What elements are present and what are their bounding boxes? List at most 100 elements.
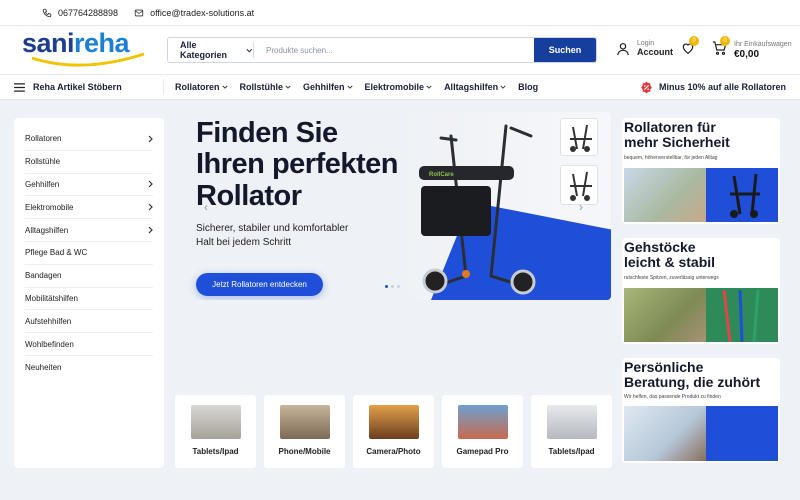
promo-banner[interactable]: Minus 10% auf alle Rollatoren — [640, 81, 786, 94]
category-card-phone[interactable]: Phone/Mobile — [264, 395, 345, 468]
slider-pagination — [385, 285, 400, 288]
promo-card-rollatoren[interactable]: Rollatoren für mehr Sicherheit bequem, hö… — [622, 118, 780, 224]
category-label: Tablets/Ipad — [192, 447, 239, 456]
phone-contact[interactable]: 067764288898 — [42, 8, 118, 18]
promo-card-title: Rollatoren für mehr Sicherheit — [624, 119, 730, 151]
account-label: Account — [637, 46, 673, 57]
wishlist-count-badge: 0 — [689, 36, 699, 46]
sidebar-item-wohlbefinden[interactable]: Wohlbefinden — [25, 333, 153, 356]
hero-thumbnail-2[interactable] — [560, 165, 598, 205]
hero-thumbnail-1[interactable] — [560, 118, 598, 156]
chevron-down-icon — [285, 85, 291, 89]
email-contact[interactable]: office@tradex-solutions.at — [134, 8, 254, 18]
slider-next-icon[interactable]: › — [579, 200, 583, 214]
category-label: Tablets/Ipad — [548, 447, 595, 456]
sidebar-item-neuheiten[interactable]: Neuheiten — [25, 356, 153, 379]
chevron-down-icon — [246, 48, 253, 52]
browse-categories-button[interactable]: Reha Artikel Stöbern — [0, 79, 164, 95]
category-image — [279, 405, 330, 439]
search-input[interactable] — [254, 45, 534, 55]
category-cards: Tablets/Ipad Phone/Mobile Camera/Photo G… — [175, 395, 612, 468]
promo-card-beratung[interactable]: Persönliche Beratung, die zuhört Wir helf… — [622, 358, 780, 463]
promo-card-gehstoecke[interactable]: Gehstöcke leicht & stabil rutschfeste Spi… — [622, 238, 780, 344]
support-agent-photo-blue — [706, 406, 778, 461]
user-icon — [617, 42, 629, 55]
sidebar-item-rollstuehle[interactable]: Rollstühle — [25, 151, 153, 174]
canes-photo — [706, 288, 778, 343]
chevron-right-icon — [148, 135, 153, 143]
promo-card-subtitle: Wir helfen, das passende Produkt zu find… — [624, 394, 721, 400]
account-link[interactable]: Login Account — [615, 40, 673, 58]
wishlist-button[interactable]: 0 — [680, 36, 699, 61]
cart-label: Ihr Einkaufswagen — [734, 41, 792, 49]
phone-number: 067764288898 — [58, 7, 119, 18]
slider-dot[interactable] — [391, 285, 394, 288]
category-label: Camera/Photo — [366, 447, 421, 456]
rollator-thumbnail-image — [570, 124, 592, 152]
category-card-gamepad[interactable]: Gamepad Pro — [442, 395, 523, 468]
site-logo[interactable]: sanireha — [22, 30, 147, 70]
chevron-down-icon — [346, 85, 353, 89]
top-bar: 067764288898 office@tradex-solutions.at — [0, 0, 800, 26]
browse-label: Reha Artikel Stöbern — [33, 82, 122, 92]
sidebar-item-pflege-bad-wc[interactable]: Pflege Bad & WC — [25, 242, 153, 265]
category-sidebar: Rollatoren Rollstühle Gehhilfen Elektrom… — [14, 118, 164, 468]
category-image — [546, 405, 597, 439]
slider-dot[interactable] — [397, 285, 400, 288]
hero-slider: Finden Sie Ihren perfekten Rollator Sich… — [176, 112, 611, 300]
sidebar-item-mobilitaetshilfen[interactable]: Mobilitätshilfen — [25, 288, 153, 311]
category-image — [368, 405, 419, 439]
rollator-photo — [706, 168, 778, 222]
hero-cta-button[interactable]: Jetzt Rollatoren entdecken — [196, 273, 323, 296]
category-select-value: Alle Kategorien — [180, 40, 228, 60]
cart-total: €0,00 — [734, 48, 760, 60]
category-card-tablets-2[interactable]: Tablets/Ipad — [531, 395, 612, 468]
seniors-photo — [624, 168, 706, 222]
hero-subtitle: Sicherer, stabiler und komfortabler Halt… — [196, 223, 349, 248]
category-select[interactable]: Alle Kategorien — [168, 40, 254, 60]
rollator-product-image: RollCare — [419, 124, 536, 295]
search-bar: Alle Kategorien Suchen — [167, 37, 597, 63]
slider-dot[interactable] — [385, 285, 388, 288]
nav-item-gehhilfen[interactable]: Gehhilfen — [303, 82, 353, 92]
support-agent-photo — [624, 406, 706, 461]
nav-item-elektromobile[interactable]: Elektromobile — [365, 82, 433, 92]
mail-icon — [134, 9, 144, 16]
walking-photo — [624, 288, 706, 342]
nav-item-alltagshilfen[interactable]: Alltagshilfen — [444, 82, 506, 92]
category-card-camera[interactable]: Camera/Photo — [353, 395, 434, 468]
chevron-down-icon — [500, 85, 506, 89]
logo-swoosh — [31, 52, 145, 67]
sidebar-item-gehhilfen[interactable]: Gehhilfen — [25, 174, 153, 197]
account-login-label: Login — [637, 40, 655, 47]
chevron-right-icon — [148, 226, 153, 234]
sidebar-item-rollatoren[interactable]: Rollatoren — [25, 128, 153, 151]
slider-prev-icon[interactable]: ‹ — [204, 200, 208, 214]
rollator-image — [730, 173, 760, 218]
nav-item-rollstuehle[interactable]: Rollstühle — [240, 82, 292, 92]
promo-card-subtitle: bequem, höhenverstellbar, für jeden Allt… — [624, 155, 718, 161]
nav-item-rollatoren[interactable]: Rollatoren — [175, 82, 228, 92]
category-image — [190, 405, 241, 439]
sidebar-item-aufstehhilfen[interactable]: Aufstehhilfen — [25, 310, 153, 334]
sidebar-item-alltagshilfen[interactable]: Alltagshilfen — [25, 219, 153, 242]
nav-item-blog[interactable]: Blog — [518, 82, 538, 92]
promo-card-title: Gehstöcke leicht & stabil — [624, 239, 716, 271]
category-label: Phone/Mobile — [278, 447, 331, 456]
email-address: office@tradex-solutions.at — [150, 7, 255, 18]
chevron-down-icon — [426, 85, 432, 89]
main-header: sanireha Alle Kategorien Suchen Login Ac… — [0, 26, 800, 74]
category-card-tablets[interactable]: Tablets/Ipad — [175, 395, 256, 468]
hero-title: Finden Sie Ihren perfekten Rollator — [196, 117, 399, 212]
category-label: Gamepad Pro — [456, 447, 509, 456]
chevron-down-icon — [221, 85, 228, 89]
cart-button[interactable]: 0 Ihr Einkaufswagen €0,00 — [711, 36, 792, 61]
search-button[interactable]: Suchen — [534, 38, 596, 62]
main-nav: Reha Artikel Stöbern Rollatoren Rollstüh… — [0, 74, 800, 100]
chevron-right-icon — [148, 181, 153, 188]
discount-badge-icon — [641, 81, 652, 93]
menu-icon — [14, 82, 25, 92]
sidebar-item-bandagen[interactable]: Bandagen — [25, 265, 153, 288]
promo-card-title: Persönliche Beratung, die zuhört — [624, 359, 761, 391]
sidebar-item-elektromobile[interactable]: Elektromobile — [25, 196, 153, 220]
